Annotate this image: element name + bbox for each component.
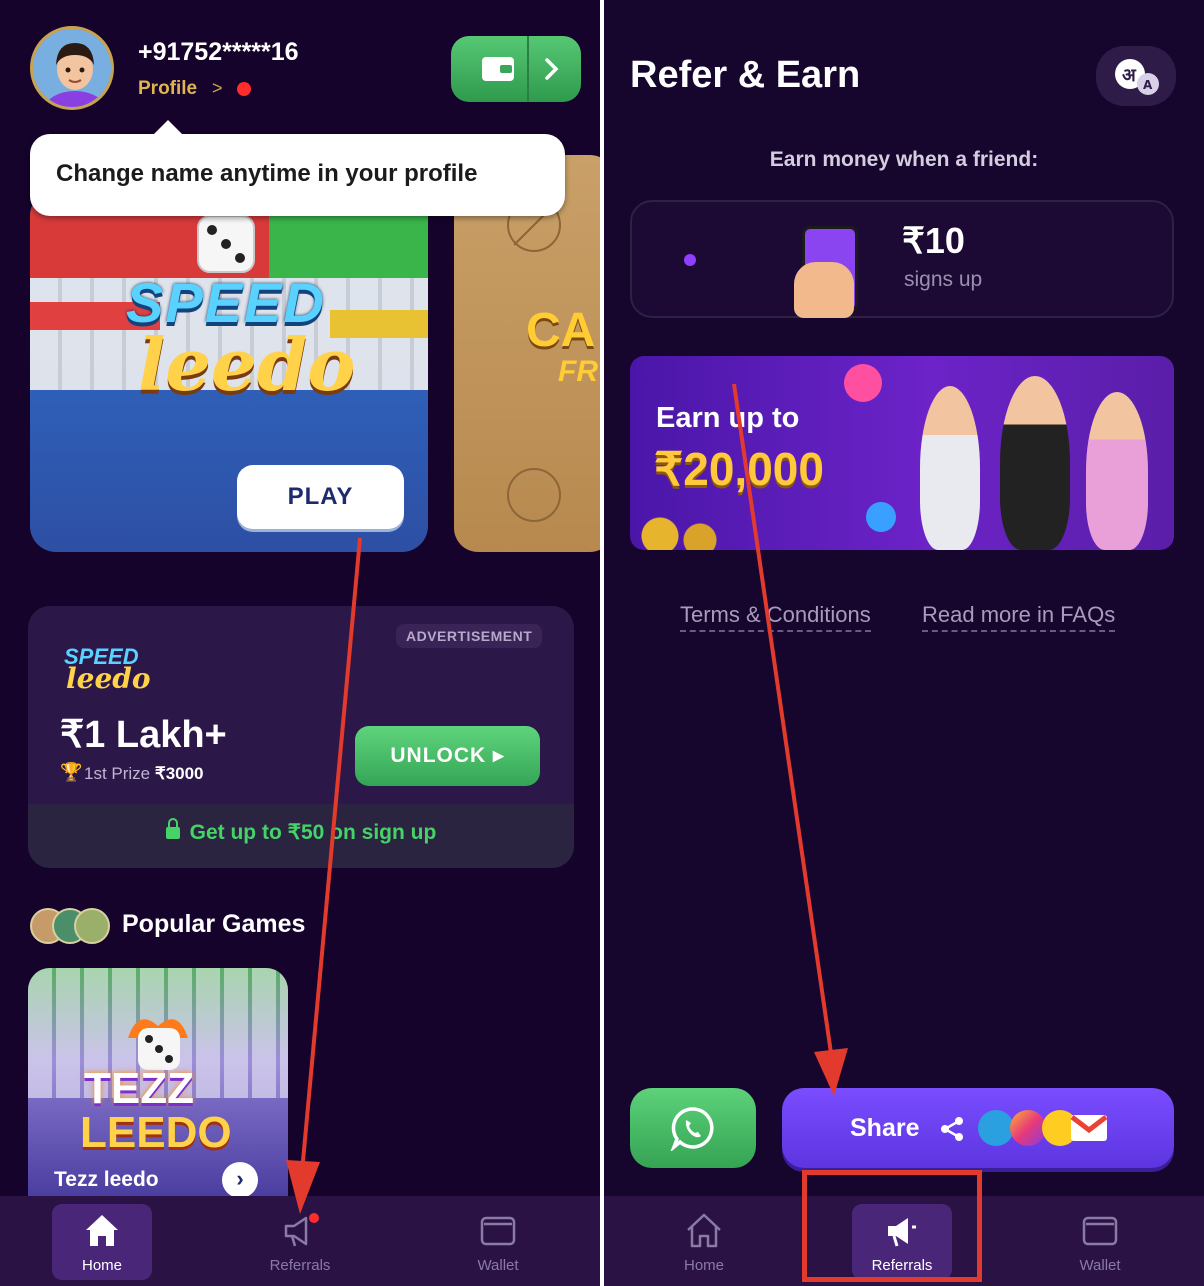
annotation-highlight-box	[802, 1170, 982, 1282]
refer-earn-screen: Refer & Earn अ A Earn money when a frien…	[604, 0, 1204, 1286]
annotation-arrow	[732, 383, 848, 1096]
home-screen: +91752*****16 Profile > SPEED leedo PLAY	[0, 0, 600, 1286]
annotation-arrow	[286, 537, 362, 1214]
